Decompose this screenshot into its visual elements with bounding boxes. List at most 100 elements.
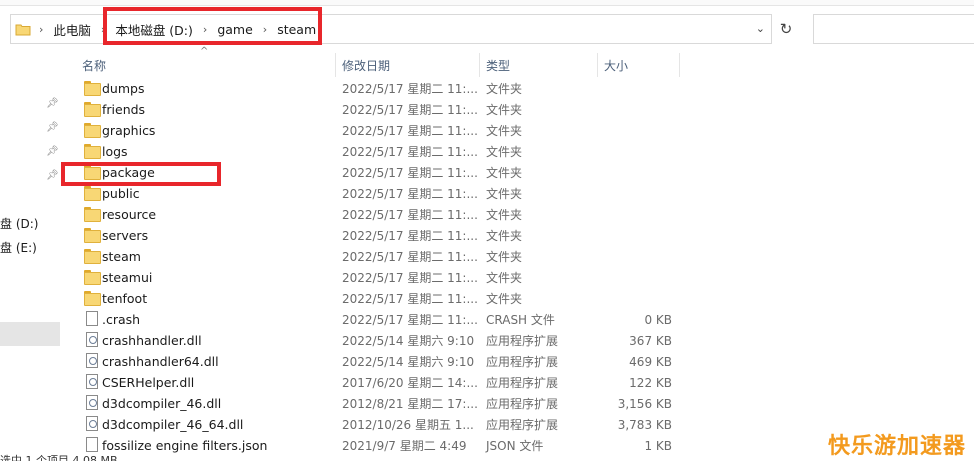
column-header-size[interactable]: 大小 <box>598 53 680 77</box>
file-row[interactable]: .crash 2022/5/17 星期二 11:... CRASH 文件 0 KB <box>80 309 680 330</box>
file-row[interactable]: d3dcompiler_46_64.dll 2012/10/26 星期五 1...… <box>80 414 680 435</box>
file-row[interactable]: crashhandler.dll 2022/5/14 星期六 9:10 应用程序扩展… <box>80 330 680 351</box>
file-row[interactable]: servers 2022/5/17 星期二 11:... 文件夹 <box>80 225 680 246</box>
file-name: public <box>102 186 140 201</box>
file-date: 2022/5/17 星期二 11:... <box>342 271 478 285</box>
file-date: 2022/5/17 星期二 11:... <box>342 145 478 159</box>
file-type: 应用程序扩展 <box>486 418 559 432</box>
file-name: resource <box>102 207 157 222</box>
file-date: 2017/6/20 星期二 14:... <box>342 376 478 390</box>
dll-file-icon <box>86 416 98 431</box>
file-date: 2022/5/17 星期二 11:... <box>342 103 478 117</box>
file-date: 2022/5/14 星期六 9:10 <box>342 355 475 369</box>
file-date: 2022/5/17 星期二 11:... <box>342 82 478 96</box>
title-strip <box>0 0 974 6</box>
file-row[interactable]: public 2022/5/17 星期二 11:... 文件夹 <box>80 183 680 204</box>
file-size: 0 KB <box>644 312 672 327</box>
file-row[interactable]: CSERHelper.dll 2017/6/20 星期二 14:... 应用程序扩展… <box>80 372 680 393</box>
refresh-icon[interactable]: ↻ <box>774 14 798 44</box>
folder-icon <box>84 228 101 243</box>
file-name: d3dcompiler_46_64.dll <box>102 417 244 432</box>
column-header-date[interactable]: 修改日期 <box>336 53 480 77</box>
file-name: fossilize engine filters.json <box>102 438 268 453</box>
file-date: 2022/5/17 星期二 11:... <box>342 166 478 180</box>
file-date: 2021/9/7 星期二 4:49 <box>342 439 467 453</box>
file-row[interactable]: steamui 2022/5/17 星期二 11:... 文件夹 <box>80 267 680 288</box>
file-type: 文件夹 <box>486 82 523 96</box>
file-row[interactable]: steam 2022/5/17 星期二 11:... 文件夹 <box>80 246 680 267</box>
file-name: d3dcompiler_46.dll <box>102 396 222 411</box>
file-name: crashhandler64.dll <box>102 354 219 369</box>
file-row[interactable]: d3dcompiler_46.dll 2012/8/21 星期二 17:... 应用… <box>80 393 680 414</box>
pin-icon[interactable]: 📌︎ <box>46 122 59 133</box>
file-row[interactable]: graphics 2022/5/17 星期二 11:... 文件夹 <box>80 120 680 141</box>
column-header-name-label: 名称 <box>82 58 107 73</box>
file-date: 2022/5/17 星期二 11:... <box>342 208 478 222</box>
file-icon <box>86 437 98 452</box>
folder-icon <box>84 291 101 306</box>
column-header-name[interactable]: 名称 <box>76 53 336 77</box>
file-name: friends <box>102 102 146 117</box>
file-name: steam <box>102 249 141 264</box>
file-date: 2022/5/17 星期二 11:... <box>342 250 478 264</box>
breadcrumb-this-pc[interactable]: 此电脑 <box>51 20 93 39</box>
file-name: crashhandler.dll <box>102 333 202 348</box>
file-type: 文件夹 <box>486 145 523 159</box>
file-name: dumps <box>102 81 145 96</box>
pin-icon[interactable]: 📌︎ <box>46 98 59 109</box>
file-row[interactable]: dumps 2022/5/17 星期二 11:... 文件夹 <box>80 78 680 99</box>
file-name: .crash <box>102 312 141 327</box>
folder-icon <box>84 207 101 222</box>
file-size: 122 KB <box>629 375 672 390</box>
folder-icon <box>84 249 101 264</box>
dll-file-icon <box>86 332 98 347</box>
file-type: CRASH 文件 <box>486 313 555 327</box>
folder-icon <box>84 102 101 117</box>
file-date: 2022/5/14 星期六 9:10 <box>342 334 475 348</box>
highlight-box-package <box>61 162 221 186</box>
file-name: steamui <box>102 270 153 285</box>
file-date: 2012/10/26 星期五 1... <box>342 418 474 432</box>
folder-icon <box>84 186 101 201</box>
file-row[interactable]: fossilize engine filters.json 2021/9/7 星期… <box>80 435 680 456</box>
file-type: 文件夹 <box>486 292 523 306</box>
file-type: 应用程序扩展 <box>486 334 559 348</box>
column-header-type[interactable]: 类型 <box>480 53 598 77</box>
column-header-type-label: 类型 <box>486 58 511 73</box>
file-row[interactable]: resource 2022/5/17 星期二 11:... 文件夹 <box>80 204 680 225</box>
file-size: 469 KB <box>629 354 672 369</box>
column-header-size-label: 大小 <box>604 58 629 73</box>
file-type: 应用程序扩展 <box>486 355 559 369</box>
watermark-logo: 快乐游加速器 <box>828 434 967 459</box>
chevron-down-icon[interactable]: ⌄ <box>756 22 765 35</box>
file-type: 文件夹 <box>486 187 523 201</box>
nav-drive-e[interactable]: 盘 (E:) <box>0 239 37 256</box>
file-row[interactable]: logs 2022/5/17 星期二 11:... 文件夹 <box>80 141 680 162</box>
nav-drive-d[interactable]: 盘 (D:) <box>0 215 38 232</box>
file-type: 文件夹 <box>486 124 523 138</box>
file-type: JSON 文件 <box>486 439 544 453</box>
file-type: 文件夹 <box>486 166 523 180</box>
pin-icon[interactable]: 📌︎ <box>46 146 59 157</box>
file-row[interactable]: crashhandler64.dll 2022/5/14 星期六 9:10 应用程序… <box>80 351 680 372</box>
file-name: servers <box>102 228 149 243</box>
file-row[interactable]: friends 2022/5/17 星期二 11:... 文件夹 <box>80 99 680 120</box>
file-size: 3,783 KB <box>617 417 672 432</box>
file-date: 2022/5/17 星期二 11:... <box>342 187 478 201</box>
file-type: 文件夹 <box>486 271 523 285</box>
highlight-box-path <box>103 7 322 45</box>
file-row[interactable]: tenfoot 2022/5/17 星期二 11:... 文件夹 <box>80 288 680 309</box>
pin-icon[interactable]: 📌︎ <box>46 170 59 181</box>
search-input[interactable] <box>813 14 974 44</box>
nav-selected-item[interactable] <box>0 322 60 346</box>
file-icon <box>86 311 98 326</box>
file-name: logs <box>102 144 128 159</box>
dll-file-icon <box>86 374 98 389</box>
file-size: 1 KB <box>644 438 672 453</box>
file-date: 2022/5/17 星期二 11:... <box>342 313 478 327</box>
file-type: 应用程序扩展 <box>486 376 559 390</box>
file-type: 应用程序扩展 <box>486 397 559 411</box>
folder-icon <box>84 81 101 96</box>
folder-icon <box>15 23 31 36</box>
file-name: tenfoot <box>102 291 148 306</box>
